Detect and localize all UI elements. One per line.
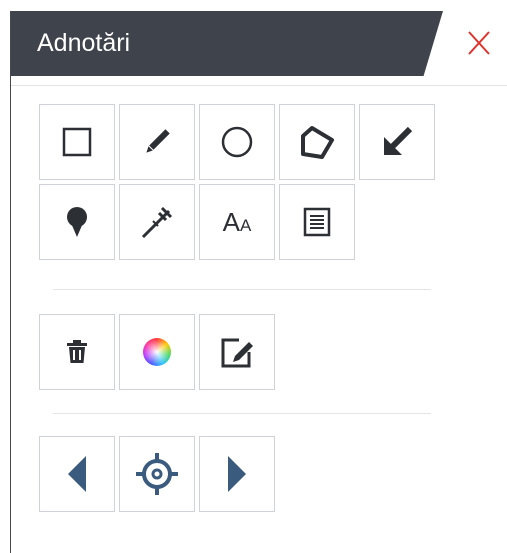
arrow-tool-button[interactable] (359, 104, 435, 180)
map-pin-icon (67, 207, 87, 237)
close-button[interactable] (451, 11, 507, 76)
pencil-tool-button[interactable] (119, 104, 195, 180)
annotations-panel: Adnotări A A (10, 11, 507, 553)
triangle-right-icon (228, 456, 246, 492)
arrow-down-left-icon (384, 126, 413, 155)
note-tool-button[interactable] (279, 184, 355, 260)
marker-tool-button[interactable] (39, 184, 115, 260)
panel-header: Adnotări (11, 11, 507, 76)
rectangle-tool-button[interactable] (39, 104, 115, 180)
panel-title: Adnotări (37, 29, 131, 57)
section-divider (53, 289, 431, 290)
square-outline-icon (62, 127, 92, 157)
circle-outline-icon (221, 126, 253, 158)
text-icon-large: A (222, 206, 240, 237)
section-divider (53, 413, 431, 414)
header-divider (11, 85, 507, 86)
edit-button[interactable] (199, 314, 275, 390)
locate-button[interactable] (119, 436, 195, 512)
document-lines-icon (303, 207, 331, 237)
circle-tool-button[interactable] (199, 104, 275, 180)
pencil-icon (146, 129, 170, 153)
text-size-icon: AA (223, 207, 252, 238)
text-tool-button[interactable]: AA (199, 184, 275, 260)
polygon-tool-button[interactable] (279, 104, 355, 180)
next-button[interactable] (199, 436, 275, 512)
edit-pencil-box-icon (221, 338, 253, 368)
triangle-left-icon (68, 456, 86, 492)
trash-icon (67, 340, 87, 363)
measure-tool-button[interactable] (119, 184, 195, 260)
previous-button[interactable] (39, 436, 115, 512)
text-icon-small: A (240, 215, 252, 235)
caliper-icon (141, 206, 173, 239)
polygon-icon (301, 126, 334, 159)
close-icon (468, 31, 490, 55)
color-wheel-icon (143, 338, 171, 366)
color-button[interactable] (119, 314, 195, 390)
crosshair-target-icon (136, 453, 178, 495)
delete-button[interactable] (39, 314, 115, 390)
